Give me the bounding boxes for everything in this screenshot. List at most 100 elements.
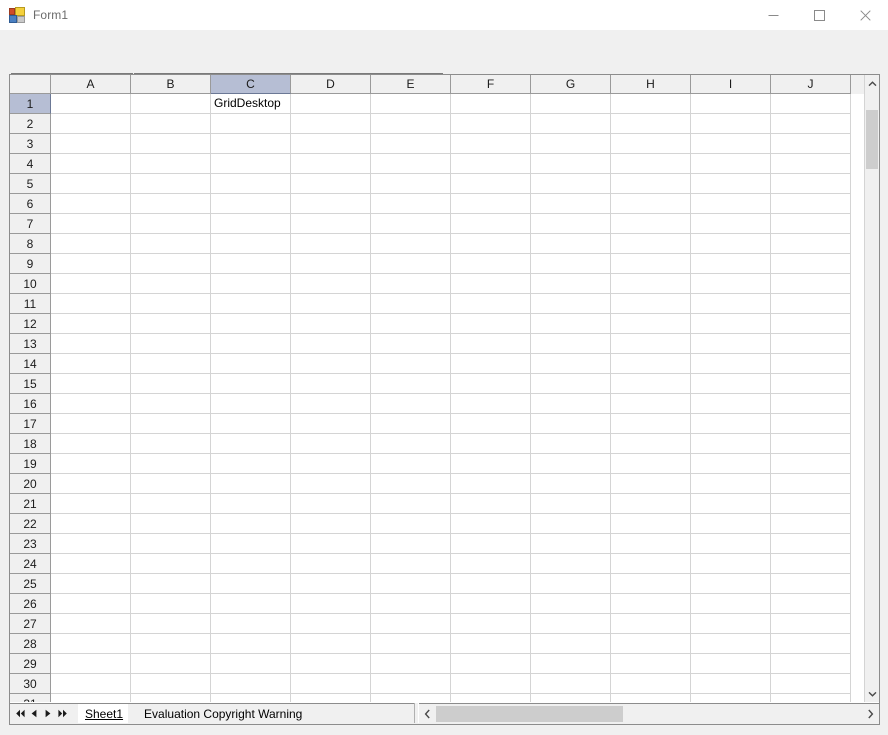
- cell-b11[interactable]: [131, 294, 211, 314]
- row-header-26[interactable]: 26: [10, 594, 51, 614]
- cell-a9[interactable]: [51, 254, 131, 274]
- previous-sheet-button[interactable]: [27, 704, 41, 723]
- cell-a22[interactable]: [51, 514, 131, 534]
- cell-a29[interactable]: [51, 654, 131, 674]
- cell-d15[interactable]: [291, 374, 371, 394]
- cell-e9[interactable]: [371, 254, 451, 274]
- cell-j5[interactable]: [771, 174, 851, 194]
- scroll-right-button[interactable]: [862, 704, 879, 723]
- cell-b21[interactable]: [131, 494, 211, 514]
- cell-e28[interactable]: [371, 634, 451, 654]
- cell-i1[interactable]: [691, 94, 771, 114]
- cell-c31[interactable]: [211, 694, 291, 702]
- cell-e17[interactable]: [371, 414, 451, 434]
- cell-g5[interactable]: [531, 174, 611, 194]
- cell-i14[interactable]: [691, 354, 771, 374]
- cell-j12[interactable]: [771, 314, 851, 334]
- cell-e24[interactable]: [371, 554, 451, 574]
- cell-h2[interactable]: [611, 114, 691, 134]
- cell-g28[interactable]: [531, 634, 611, 654]
- cell-a5[interactable]: [51, 174, 131, 194]
- cell-b22[interactable]: [131, 514, 211, 534]
- cell-j29[interactable]: [771, 654, 851, 674]
- cell-c2[interactable]: [211, 114, 291, 134]
- cell-d22[interactable]: [291, 514, 371, 534]
- cell-e10[interactable]: [371, 274, 451, 294]
- cell-a25[interactable]: [51, 574, 131, 594]
- cell-h22[interactable]: [611, 514, 691, 534]
- cell-a18[interactable]: [51, 434, 131, 454]
- cell-h20[interactable]: [611, 474, 691, 494]
- cell-f18[interactable]: [451, 434, 531, 454]
- row-header-29[interactable]: 29: [10, 654, 51, 674]
- cell-d17[interactable]: [291, 414, 371, 434]
- cell-c1[interactable]: GridDesktop: [211, 94, 291, 114]
- cell-f31[interactable]: [451, 694, 531, 702]
- column-header-g[interactable]: G: [531, 75, 611, 94]
- cell-e16[interactable]: [371, 394, 451, 414]
- row-header-5[interactable]: 5: [10, 174, 51, 194]
- cell-g1[interactable]: [531, 94, 611, 114]
- cell-g2[interactable]: [531, 114, 611, 134]
- cell-d29[interactable]: [291, 654, 371, 674]
- cell-b20[interactable]: [131, 474, 211, 494]
- cell-j1[interactable]: [771, 94, 851, 114]
- cell-h28[interactable]: [611, 634, 691, 654]
- row-header-18[interactable]: 18: [10, 434, 51, 454]
- column-header-c[interactable]: C: [211, 75, 291, 94]
- cell-i24[interactable]: [691, 554, 771, 574]
- cell-b24[interactable]: [131, 554, 211, 574]
- cell-i16[interactable]: [691, 394, 771, 414]
- row-header-19[interactable]: 19: [10, 454, 51, 474]
- cell-f22[interactable]: [451, 514, 531, 534]
- cell-a19[interactable]: [51, 454, 131, 474]
- cell-j6[interactable]: [771, 194, 851, 214]
- cell-a8[interactable]: [51, 234, 131, 254]
- cell-d9[interactable]: [291, 254, 371, 274]
- cell-d14[interactable]: [291, 354, 371, 374]
- cell-g21[interactable]: [531, 494, 611, 514]
- cell-b26[interactable]: [131, 594, 211, 614]
- cell-g9[interactable]: [531, 254, 611, 274]
- cell-i11[interactable]: [691, 294, 771, 314]
- cell-f6[interactable]: [451, 194, 531, 214]
- cell-a13[interactable]: [51, 334, 131, 354]
- cell-f3[interactable]: [451, 134, 531, 154]
- cell-j9[interactable]: [771, 254, 851, 274]
- cell-i25[interactable]: [691, 574, 771, 594]
- row-header-15[interactable]: 15: [10, 374, 51, 394]
- cell-b25[interactable]: [131, 574, 211, 594]
- cell-a15[interactable]: [51, 374, 131, 394]
- cell-a7[interactable]: [51, 214, 131, 234]
- cell-c11[interactable]: [211, 294, 291, 314]
- cell-g15[interactable]: [531, 374, 611, 394]
- cell-j11[interactable]: [771, 294, 851, 314]
- cell-a30[interactable]: [51, 674, 131, 694]
- cell-c21[interactable]: [211, 494, 291, 514]
- cell-e3[interactable]: [371, 134, 451, 154]
- column-header-a[interactable]: A: [51, 75, 131, 94]
- cell-e5[interactable]: [371, 174, 451, 194]
- cell-i20[interactable]: [691, 474, 771, 494]
- cell-b19[interactable]: [131, 454, 211, 474]
- cell-j23[interactable]: [771, 534, 851, 554]
- cell-b5[interactable]: [131, 174, 211, 194]
- cell-g11[interactable]: [531, 294, 611, 314]
- row-header-24[interactable]: 24: [10, 554, 51, 574]
- cell-g24[interactable]: [531, 554, 611, 574]
- row-header-14[interactable]: 14: [10, 354, 51, 374]
- row-header-9[interactable]: 9: [10, 254, 51, 274]
- cell-f19[interactable]: [451, 454, 531, 474]
- cell-e1[interactable]: [371, 94, 451, 114]
- cell-h23[interactable]: [611, 534, 691, 554]
- cell-c28[interactable]: [211, 634, 291, 654]
- cell-e12[interactable]: [371, 314, 451, 334]
- cell-d28[interactable]: [291, 634, 371, 654]
- cell-d6[interactable]: [291, 194, 371, 214]
- column-header-i[interactable]: I: [691, 75, 771, 94]
- cell-i10[interactable]: [691, 274, 771, 294]
- cell-f11[interactable]: [451, 294, 531, 314]
- column-header-j[interactable]: J: [771, 75, 851, 94]
- cell-h11[interactable]: [611, 294, 691, 314]
- cell-f2[interactable]: [451, 114, 531, 134]
